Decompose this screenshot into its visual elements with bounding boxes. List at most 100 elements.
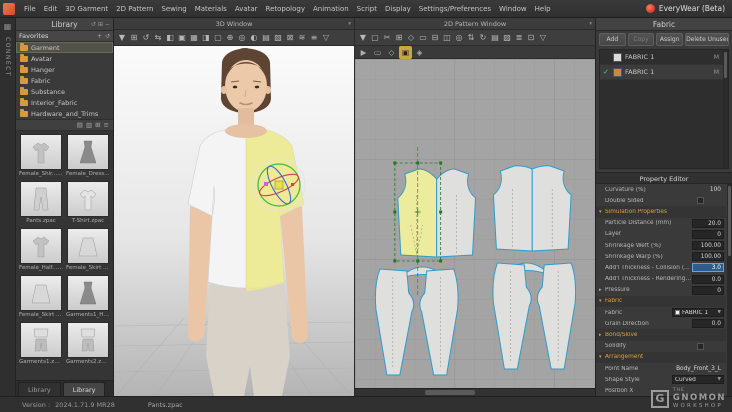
toolbar-2d-icon[interactable]: ▼: [357, 30, 369, 46]
favorites-folder-item[interactable]: Substance: [16, 86, 113, 97]
viewport-3d-canvas[interactable]: [114, 46, 354, 396]
property-value-input[interactable]: 0: [692, 285, 724, 295]
menu-item[interactable]: Edit: [40, 0, 62, 18]
property-row[interactable]: Point Name Body_Front_3_L Body_Front_3_L…: [596, 363, 726, 374]
toolbar-2d-mode-icon[interactable]: ▭: [371, 46, 384, 59]
property-editor-header[interactable]: Property Editor: [596, 172, 732, 184]
gizmo-center-handle[interactable]: [274, 180, 284, 190]
property-value-input[interactable]: 3.0: [692, 263, 724, 273]
fabric-action-button[interactable]: Delete Unused: [685, 33, 730, 46]
library-view-icon[interactable]: ▤: [77, 121, 83, 129]
toolbar-2d-icon[interactable]: ◫: [441, 30, 453, 46]
menu-item[interactable]: Sewing: [157, 0, 190, 18]
menu-item[interactable]: Window: [495, 0, 531, 18]
fabric-swatch[interactable]: [613, 52, 622, 62]
property-row[interactable]: Double Sided ▼: [596, 195, 726, 206]
property-value-input[interactable]: 100.00: [692, 252, 724, 262]
fabric-action-button[interactable]: Add: [599, 33, 626, 46]
library-item[interactable]: Female_Skirt 1.zpac: [65, 227, 111, 273]
property-row[interactable]: Particle Distance (mm) 20.0 20.0 ▼: [596, 218, 726, 229]
property-row[interactable]: ▾ Simulation Properties ▼: [596, 206, 726, 218]
toolbar-3d-icon[interactable]: ▧: [272, 30, 284, 46]
property-row[interactable]: ▾ Fabric ▼: [596, 295, 726, 308]
scrollbar-thumb[interactable]: [724, 52, 727, 78]
toolbar-3d-icon[interactable]: ↺: [140, 30, 152, 46]
menu-item[interactable]: Avatar: [231, 0, 262, 18]
library-tab[interactable]: Library: [18, 382, 61, 396]
library-item[interactable]: Female_Shir...ess.zpac: [18, 133, 64, 179]
library-view-icon[interactable]: ⊞: [95, 121, 100, 129]
app-logo-icon[interactable]: [3, 2, 15, 15]
toolbar-3d-icon[interactable]: ▣: [176, 30, 188, 46]
property-row[interactable]: Solidify ▼: [596, 341, 726, 352]
toolbar-2d-mode-icon[interactable]: ▣: [399, 45, 412, 59]
property-row[interactable]: ▸ Pressure 0 0 ▼: [596, 285, 726, 296]
library-item[interactable]: T-Shirt.zpac: [65, 180, 111, 226]
toolbar-3d-icon[interactable]: ▦: [188, 30, 200, 46]
toolbar-2d-icon[interactable]: ▢: [369, 30, 381, 46]
library-item-thumbnail[interactable]: [20, 228, 62, 264]
favorites-folder-item[interactable]: Hanger: [16, 64, 113, 75]
property-value-input[interactable]: Body_Front_3_L: [673, 364, 724, 373]
fabric-swatch[interactable]: [613, 67, 622, 77]
property-value-input[interactable]: 100.00: [692, 241, 724, 251]
favorites-folder-item[interactable]: Hardware_and_Trims: [16, 108, 113, 119]
fabric-action-button[interactable]: Assign: [656, 33, 684, 46]
property-dropdown[interactable]: FABRIC 1 ▼: [672, 308, 724, 318]
library-tab[interactable]: Library: [62, 382, 106, 396]
property-row[interactable]: Layer 0 0 ▼: [596, 229, 726, 240]
toolbar-2d-icon[interactable]: ▽: [537, 30, 549, 46]
library-item[interactable]: Female_Dress.zpac: [65, 133, 111, 179]
toolbar-3d-icon[interactable]: ▤: [260, 30, 272, 46]
toolbar-2d-icon[interactable]: ⊡: [525, 30, 537, 46]
toolbar-2d-icon[interactable]: ▭: [417, 30, 429, 46]
window-2d-titlebar[interactable]: 2D Pattern Window ▾: [355, 18, 595, 30]
toolbar-3d-icon[interactable]: ⊠: [284, 30, 296, 46]
fabric-list-scrollbar[interactable]: [723, 50, 728, 168]
toolbar-3d-icon[interactable]: ⊕: [224, 30, 236, 46]
library-item-thumbnail[interactable]: [20, 134, 62, 170]
menu-item[interactable]: 2D Pattern: [112, 0, 157, 18]
property-value-input[interactable]: 20.0: [692, 218, 724, 228]
scrollbar-thumb[interactable]: [425, 390, 475, 395]
toolbar-3d-icon[interactable]: ◨: [200, 30, 212, 46]
property-row[interactable]: Shrinkage Warp (%) 100.00 100.00 ▼: [596, 251, 726, 262]
library-item[interactable]: Pants.zpac: [18, 180, 64, 226]
library-item-thumbnail[interactable]: [67, 275, 109, 311]
toolbar-2d-icon[interactable]: ◇: [405, 30, 417, 46]
fabric-row[interactable]: ✓ FABRIC 1 M: [600, 65, 728, 80]
favorites-folder-item[interactable]: Fabric: [16, 75, 113, 86]
toolbar-3d-icon[interactable]: ⊞: [128, 30, 140, 46]
toolbar-2d-icon[interactable]: ⇅: [465, 30, 477, 46]
menu-item[interactable]: Script: [353, 0, 381, 18]
toolbar-2d-icon[interactable]: ▤: [489, 30, 501, 46]
library-item[interactable]: Female_Skirt 2.zpac: [18, 274, 64, 320]
connect-icon[interactable]: ▦: [4, 22, 12, 31]
property-scrollbar[interactable]: [727, 184, 732, 396]
library-header-icon[interactable]: ⊞: [98, 18, 103, 31]
library-item-thumbnail[interactable]: [67, 228, 109, 264]
property-row[interactable]: Add'l Thickness - Rendering (mm) 0.0 0.0…: [596, 274, 726, 285]
menu-item[interactable]: Display: [381, 0, 415, 18]
toolbar-3d-icon[interactable]: ▼: [116, 30, 128, 46]
library-header-icon[interactable]: −: [105, 18, 110, 31]
menu-item[interactable]: Materials: [191, 0, 231, 18]
property-row[interactable]: ▾ Arrangement ▼: [596, 351, 726, 363]
toolbar-2d-mode-icon[interactable]: ◈: [413, 46, 426, 59]
property-row[interactable]: Fabric FABRIC 1 FABRIC 1 ▼: [596, 307, 726, 318]
scrollbar-thumb[interactable]: [728, 186, 731, 256]
fabric-row[interactable]: FABRIC 1 M: [600, 50, 728, 65]
toolbar-2d-icon[interactable]: ⊟: [429, 30, 441, 46]
favorites-folder-item[interactable]: Avatar: [16, 53, 113, 64]
toolbar-3d-icon[interactable]: ◧: [164, 30, 176, 46]
toolbar-3d-icon[interactable]: ≡: [308, 30, 320, 46]
viewport-2d-canvas[interactable]: [355, 59, 595, 388]
library-item[interactable]: Female_Half...s.zpac: [18, 227, 64, 273]
menu-item[interactable]: Help: [531, 0, 555, 18]
toolbar-2d-mode-icon[interactable]: ▶: [357, 46, 370, 59]
toolbar-2d-icon[interactable]: ▨: [501, 30, 513, 46]
toolbar-2d-icon[interactable]: ⊞: [393, 30, 405, 46]
favorites-action-icon[interactable]: ↺: [105, 33, 110, 40]
library-item-thumbnail[interactable]: [20, 275, 62, 311]
toolbar-3d-icon[interactable]: ▽: [320, 30, 332, 46]
